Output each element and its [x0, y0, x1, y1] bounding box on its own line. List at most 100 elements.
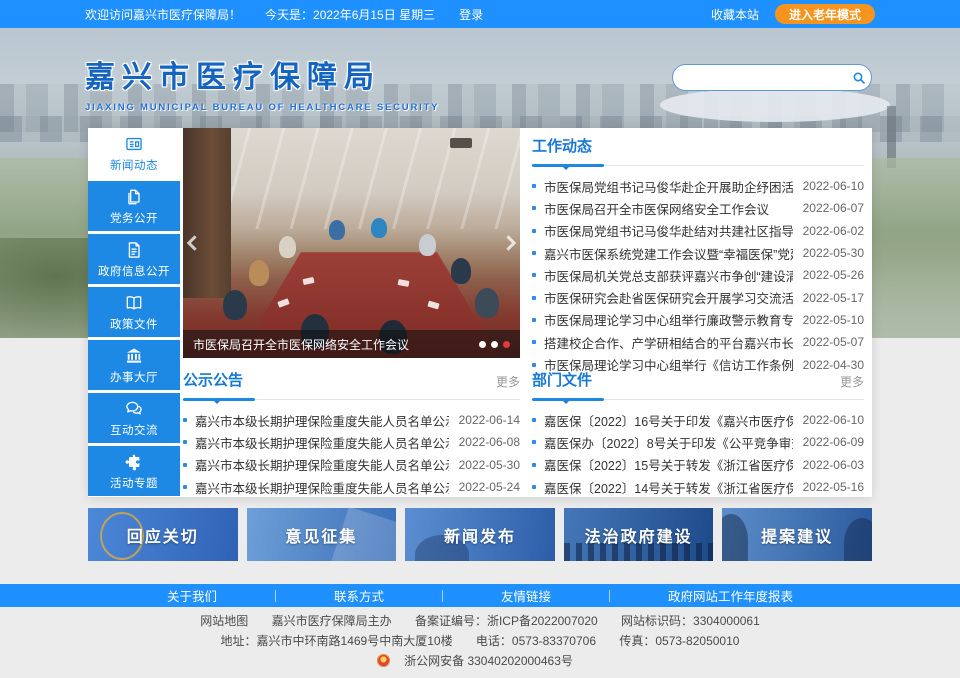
list-item[interactable]: 嘉兴市本级长期护理保险重度失能人员名单公示（2... 2022-06-14 [183, 409, 520, 431]
list-item[interactable]: 市医保局机关党总支部获评嘉兴市争创“建设清廉机... 2022-05-26 [532, 264, 864, 286]
search-button[interactable] [846, 65, 871, 90]
news-title[interactable]: 嘉医保〔2022〕15号关于转发《浙江省医疗保... [544, 455, 793, 474]
photo-decor [249, 260, 269, 286]
list-item[interactable]: 嘉兴市本级长期护理保险重度失能人员名单公示（2... 2022-05-24 [183, 476, 520, 498]
banner-row: 回应关切 意见征集 新闻发布 法治政府建设 提案建议 [88, 508, 872, 561]
banner-label: 回应关切 [127, 523, 199, 547]
news-title[interactable]: 市医保局理论学习中心组举行廉政警示教育专题学习... [544, 310, 793, 329]
news-title[interactable]: 嘉兴市本级长期护理保险重度失能人员名单公示（2... [195, 478, 449, 497]
news-date: 2022-06-08 [459, 435, 520, 449]
news-title[interactable]: 嘉医保〔2022〕14号关于转发《浙江省医疗保... [544, 478, 793, 497]
list-item[interactable]: 搭建校企合作、产学研相结合的平台嘉兴市长期护理... 2022-05-07 [532, 331, 864, 353]
footer-link-friendly-links[interactable]: 友情链接 [443, 586, 609, 605]
news-title[interactable]: 嘉兴市本级长期护理保险重度失能人员名单公示（2... [195, 455, 449, 474]
carousel-dot[interactable] [479, 341, 486, 348]
bullet-icon [532, 206, 536, 210]
carousel-dots [479, 341, 510, 348]
sidebar-item-label: 活动专题 [110, 475, 158, 491]
sidebar-item-news[interactable]: 新闻动态 [88, 128, 180, 178]
carousel-dot[interactable] [491, 341, 498, 348]
news-date: 2022-05-17 [803, 291, 864, 305]
banner-law-government[interactable]: 法治政府建设 [564, 508, 714, 561]
news-title[interactable]: 市医保局机关党总支部获评嘉兴市争创“建设清廉机... [544, 266, 793, 285]
section-documents: 部门文件 更多 嘉医保〔2022〕16号关于印发《嘉兴市医疗保... 2022-… [532, 368, 864, 498]
news-title[interactable]: 市医保研究会赴省医保研究会开展学习交流活动 [544, 288, 793, 307]
notices-more-link[interactable]: 更多 [496, 373, 520, 390]
bullet-icon [532, 318, 536, 322]
login-link[interactable]: 登录 [459, 6, 483, 23]
banner-news-release[interactable]: 新闻发布 [405, 508, 555, 561]
banner-respond-concerns[interactable]: 回应关切 [88, 508, 238, 561]
news-title[interactable]: 嘉兴市医保系统党建工作会议暨“幸福医保”党建联... [544, 244, 793, 263]
carousel-caption: 市医保局召开全市医保网络安全工作会议 [193, 336, 471, 353]
list-item[interactable]: 嘉兴市本级长期护理保险重度失能人员名单公示（2... 2022-05-30 [183, 454, 520, 476]
sitemap-link[interactable]: 网站地图 [200, 614, 248, 628]
news-date: 2022-06-02 [803, 224, 864, 238]
sidebar-item-party-affairs[interactable]: 党务公开 [88, 181, 180, 231]
list-item[interactable]: 嘉兴市医保系统党建工作会议暨“幸福医保”党建联... 2022-05-30 [532, 242, 864, 264]
news-title[interactable]: 嘉医保〔2022〕16号关于印发《嘉兴市医疗保... [544, 411, 793, 430]
sidebar-item-gov-info[interactable]: 政府信息公开 [88, 234, 180, 284]
news-title[interactable]: 嘉医保办〔2022〕8号关于印发《公平竞争审查... [544, 433, 793, 452]
sidebar-item-service-hall[interactable]: 办事大厅 [88, 340, 180, 390]
news-date: 2022-05-30 [459, 458, 520, 472]
sidebar-item-label: 互动交流 [110, 422, 158, 438]
fax-text: 传真：0573-82050010 [619, 634, 739, 648]
chevron-right-icon [501, 235, 517, 251]
search-icon [851, 70, 867, 86]
news-title[interactable]: 市医保局召开全市医保网络安全工作会议 [544, 199, 793, 218]
news-date: 2022-05-26 [803, 268, 864, 282]
photo-decor [371, 218, 387, 238]
search-input[interactable] [673, 65, 846, 90]
bullet-icon [532, 485, 536, 489]
list-item[interactable]: 市医保局理论学习中心组举行廉政警示教育专题学习... 2022-05-10 [532, 309, 864, 331]
banner-label: 新闻发布 [444, 523, 516, 547]
photo-decor [279, 236, 296, 258]
list-item[interactable]: 嘉医保办〔2022〕8号关于印发《公平竞争审查... 2022-06-09 [532, 431, 864, 453]
list-item[interactable]: 市医保研究会赴省医保研究会开展学习交流活动 2022-05-17 [532, 286, 864, 308]
section-header: 工作动态 [532, 134, 864, 166]
footer-link-annual-report[interactable]: 政府网站工作年度报表 [610, 586, 851, 605]
list-item[interactable]: 市医保局党组书记马俊华赴企开展助企纾困活动 2022-06-10 [532, 175, 864, 197]
documents-list: 嘉医保〔2022〕16号关于印发《嘉兴市医疗保... 2022-06-10 嘉医… [532, 409, 864, 498]
list-item[interactable]: 嘉医保〔2022〕14号关于转发《浙江省医疗保... 2022-05-16 [532, 476, 864, 498]
news-date: 2022-06-07 [803, 201, 864, 215]
footer-link-contact[interactable]: 联系方式 [276, 586, 442, 605]
sidebar-item-interaction[interactable]: 互动交流 [88, 393, 180, 443]
news-title[interactable]: 嘉兴市本级长期护理保险重度失能人员名单公示（2... [195, 411, 449, 430]
news-title[interactable]: 市医保局党组书记马俊华赴企开展助企纾困活动 [544, 177, 793, 196]
list-item[interactable]: 市医保局党组书记马俊华赴结对共建社区指导全国文... 2022-06-02 [532, 220, 864, 242]
news-title[interactable]: 市医保局党组书记马俊华赴结对共建社区指导全国文... [544, 221, 793, 240]
bullet-icon [532, 363, 536, 367]
bullet-icon [532, 340, 536, 344]
footer-link-about[interactable]: 关于我们 [109, 586, 275, 605]
list-item[interactable]: 市医保局召开全市医保网络安全工作会议 2022-06-07 [532, 197, 864, 219]
document-icon [124, 240, 144, 260]
carousel-next-button[interactable] [498, 230, 519, 257]
main-card: 新闻动态 党务公开 政府信息公开 政策文件 [88, 128, 872, 497]
carousel-prev-button[interactable] [184, 230, 205, 257]
favorite-site-link[interactable]: 收藏本站 [711, 6, 759, 23]
footer-line-2: 地址：嘉兴市中环南路1469号中南大厦10楼 电话：0573-83370706 … [0, 632, 960, 651]
chevron-left-icon [187, 235, 203, 251]
news-title[interactable]: 嘉兴市本级长期护理保险重度失能人员名单公示（2... [195, 433, 449, 452]
icp-text: 备案证编号：浙ICP备2022007020 [415, 614, 598, 628]
section-title: 部门文件 [532, 369, 592, 390]
banner-proposals[interactable]: 提案建议 [722, 508, 872, 561]
list-item[interactable]: 嘉医保〔2022〕15号关于转发《浙江省医疗保... 2022-06-03 [532, 454, 864, 476]
photo-decor [475, 288, 499, 318]
sidebar-item-policy-files[interactable]: 政策文件 [88, 287, 180, 337]
bullet-icon [532, 296, 536, 300]
sidebar-item-activities[interactable]: 活动专题 [88, 446, 180, 496]
sidebar-item-label: 办事大厅 [110, 369, 158, 385]
news-title[interactable]: 搭建校企合作、产学研相结合的平台嘉兴市长期护理... [544, 333, 793, 352]
list-item[interactable]: 嘉兴市本级长期护理保险重度失能人员名单公示（2... 2022-06-08 [183, 431, 520, 453]
list-item[interactable]: 嘉医保〔2022〕16号关于印发《嘉兴市医疗保... 2022-06-10 [532, 409, 864, 431]
news-date: 2022-05-07 [803, 335, 864, 349]
news-carousel[interactable]: 市医保局召开全市医保网络安全工作会议 [183, 128, 520, 358]
section-work-news: 工作动态 市医保局党组书记马俊华赴企开展助企纾困活动 2022-06-10 市医… [532, 134, 864, 376]
banner-opinion-collection[interactable]: 意见征集 [247, 508, 397, 561]
carousel-dot-active[interactable] [503, 341, 510, 348]
elder-mode-button[interactable]: 进入老年模式 [775, 4, 875, 24]
documents-more-link[interactable]: 更多 [840, 373, 864, 390]
